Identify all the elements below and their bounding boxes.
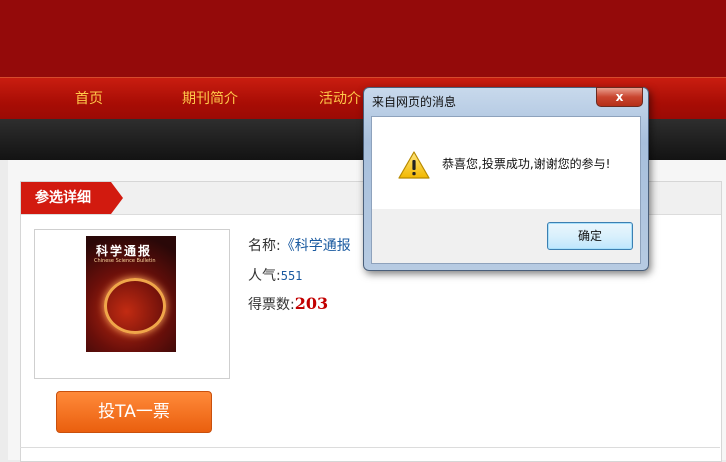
dialog-content: 恭喜您,投票成功,谢谢您的参与! 确定 <box>371 116 641 264</box>
votes-value: 203 <box>294 294 329 313</box>
votes-label: 得票数: <box>248 297 295 313</box>
cover-subtitle: Chinese Science Bulletin <box>94 258 156 264</box>
nav-item-home[interactable]: 首页 <box>75 88 103 108</box>
close-icon[interactable]: x <box>596 87 643 107</box>
popularity-label: 人气: <box>248 268 281 284</box>
name-value-link[interactable]: 《科学通报 <box>281 238 351 254</box>
message-dialog: 来自网页的消息 x 恭喜您,投票成功,谢谢您的参与! 确定 <box>363 87 649 271</box>
panel-divider <box>20 447 720 448</box>
cover-artwork <box>104 278 166 334</box>
vote-button[interactable]: 投TA一票 <box>56 391 212 433</box>
nav-item-journal-intro[interactable]: 期刊简介 <box>182 88 238 108</box>
name-label: 名称: <box>248 238 281 254</box>
panel-tab-arrow <box>111 182 123 214</box>
popularity-row: 人气:551 <box>248 265 302 285</box>
dialog-message: 恭喜您,投票成功,谢谢您的参与! <box>442 157 611 171</box>
header-banner <box>0 0 726 77</box>
journal-cover-image[interactable]: 科学通报 Chinese Science Bulletin <box>86 236 176 352</box>
popularity-value: 551 <box>280 269 303 283</box>
dialog-title: 来自网页的消息 <box>372 95 457 109</box>
cover-title: 科学通报 <box>96 244 153 258</box>
name-row: 名称:《科学通报 <box>248 235 351 255</box>
panel-tab: 参选详细 <box>21 182 111 214</box>
nav-item-activity-intro[interactable]: 活动介 <box>319 88 361 108</box>
warning-icon <box>398 151 430 179</box>
votes-row: 得票数:203 <box>248 294 328 314</box>
dialog-body: 恭喜您,投票成功,谢谢您的参与! <box>372 117 640 209</box>
ok-button[interactable]: 确定 <box>547 222 633 250</box>
